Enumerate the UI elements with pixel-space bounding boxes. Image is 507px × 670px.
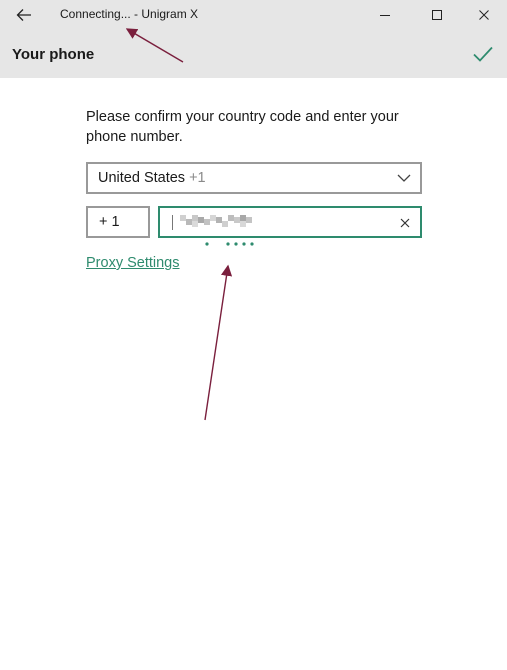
arrow-left-icon [16, 9, 31, 21]
chevron-down-icon [397, 174, 411, 182]
text-cursor [172, 215, 173, 230]
back-button[interactable] [10, 4, 38, 26]
country-name: United States [98, 170, 186, 186]
redacted-phone-number [180, 215, 252, 227]
country-code-field[interactable]: + 1 [86, 206, 150, 238]
country-select[interactable]: United States +1 [86, 162, 422, 194]
page-title: Your phone [12, 46, 95, 63]
annotation-arrows [125, 28, 233, 421]
close-button[interactable] [461, 0, 507, 30]
loading-dots-indicator [205, 242, 254, 246]
country-code-value: + 1 [99, 214, 120, 230]
maximize-button[interactable] [414, 0, 460, 30]
title-bar: Connecting... - Unigram X [0, 0, 507, 30]
country-code: +1 [189, 170, 206, 186]
minimize-icon [380, 15, 390, 16]
clear-icon [400, 218, 410, 228]
maximize-icon [432, 10, 442, 20]
phone-number-input[interactable] [158, 206, 422, 238]
checkmark-icon [473, 46, 493, 62]
annotation-arrow-dots [204, 264, 233, 421]
page-header: Your phone [0, 30, 507, 78]
window-title: Connecting... - Unigram X [60, 7, 199, 21]
minimize-button[interactable] [362, 0, 408, 30]
confirm-button[interactable] [466, 40, 500, 68]
proxy-settings-link[interactable]: Proxy Settings [86, 255, 180, 271]
instructions-text: Please confirm your country code and ent… [86, 109, 399, 145]
clear-button[interactable] [396, 214, 414, 232]
close-icon [479, 10, 489, 20]
